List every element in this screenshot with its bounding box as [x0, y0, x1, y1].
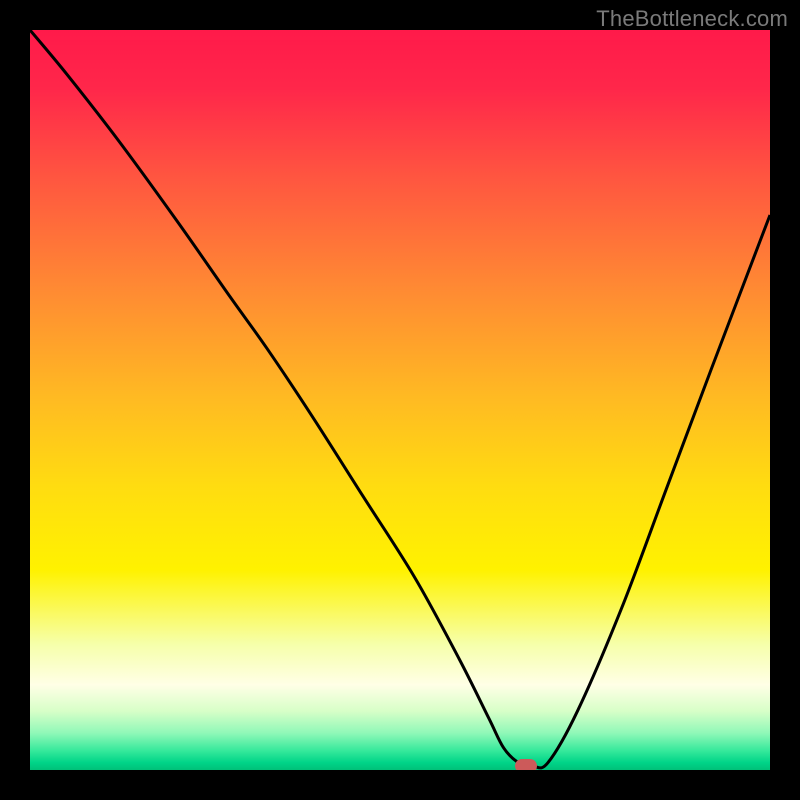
optimal-point-marker [515, 759, 537, 770]
watermark-text: TheBottleneck.com [596, 6, 788, 32]
chart-frame: TheBottleneck.com [0, 0, 800, 800]
curve-layer [30, 30, 770, 770]
plot-area [30, 30, 770, 770]
bottleneck-curve [30, 30, 770, 768]
